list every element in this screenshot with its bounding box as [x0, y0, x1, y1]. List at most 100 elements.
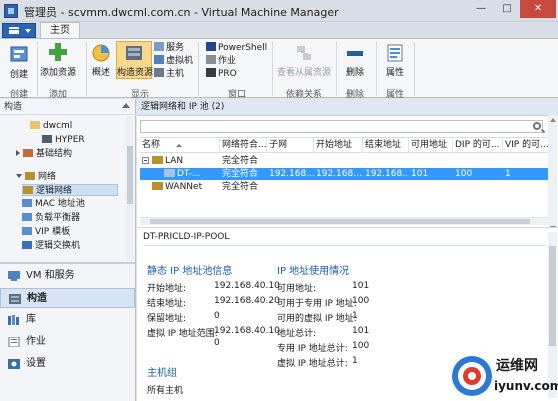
- field-value: 0: [214, 338, 220, 348]
- table-row[interactable]: WANNet 完全符合: [140, 181, 550, 193]
- field-label: 虚拟 IP 地址范围:: [147, 329, 218, 339]
- cell-compliance: 完全符合: [222, 156, 259, 166]
- field-label: 可用于专用 IP 地址:: [277, 299, 357, 309]
- column-header-start-address[interactable]: 开始地址: [314, 138, 363, 153]
- add-resources-label: 添加资源: [40, 68, 77, 78]
- column-header-name[interactable]: 名称: [140, 138, 220, 153]
- detail-divider: [143, 245, 545, 246]
- ribbon-tab-row: 主页: [0, 22, 558, 38]
- workspace-jobs[interactable]: 作业: [0, 332, 135, 352]
- tree-item-hyper[interactable]: HYPER: [42, 134, 85, 146]
- delete-label: 删除: [345, 68, 364, 78]
- table-row[interactable]: LAN 完全符合: [140, 155, 550, 167]
- server-icon: [42, 135, 52, 143]
- field-label: 可用地址:: [277, 284, 317, 294]
- load-balancer-icon: [22, 213, 32, 221]
- delete-button[interactable]: 删除: [342, 43, 368, 78]
- folder-icon: [30, 121, 40, 129]
- column-header-dip[interactable]: DIP 的可...: [453, 138, 503, 153]
- tab-home[interactable]: 主页: [40, 22, 80, 38]
- search-input[interactable]: [141, 121, 521, 132]
- collapse-icon[interactable]: [142, 157, 149, 164]
- ribbon-divider: [336, 42, 337, 96]
- column-header-compliance[interactable]: 网络符合...: [220, 138, 267, 153]
- workspace-settings[interactable]: 设置: [0, 354, 135, 374]
- menu-icon: [9, 27, 19, 34]
- ip-pool-icon: [164, 169, 175, 177]
- ribbon-divider: [86, 42, 87, 96]
- detail-title: DT-PRICLD-IP-POOL: [143, 232, 230, 242]
- minimize-button[interactable]: —: [468, 0, 494, 18]
- pro-button[interactable]: PRO: [206, 68, 237, 79]
- powershell-icon: [206, 42, 216, 51]
- tree-item-label: dwcml: [43, 121, 73, 131]
- scroll-up-icon[interactable]: [550, 118, 556, 122]
- scroll-thumb[interactable]: [150, 219, 530, 224]
- navigation-tree: dwcml HYPER 基础结构 网络 逻辑网络 MAC 地址池 负载平衡器 V…: [0, 116, 126, 260]
- scroll-thumb[interactable]: [549, 246, 556, 346]
- field-value: 101: [352, 326, 370, 336]
- cell-name: WANNet: [140, 181, 220, 193]
- search-icon[interactable]: [533, 122, 541, 130]
- close-button[interactable]: ✕: [520, 0, 556, 18]
- field-label: 地址总计:: [277, 329, 317, 339]
- cell-name: LAN: [140, 155, 220, 167]
- tree-item-infrastructure[interactable]: 基础结构: [16, 148, 72, 160]
- properties-button[interactable]: 属性: [382, 43, 408, 78]
- powershell-button[interactable]: PowerShell: [206, 42, 267, 53]
- tree-item-dwcml[interactable]: dwcml: [30, 120, 72, 132]
- field-value: 192.168.40.10: [214, 281, 280, 291]
- hosts-button[interactable]: 主机: [154, 68, 184, 79]
- results-header-label: 逻辑网络和 IP 池 (2): [141, 102, 225, 112]
- watermark-url: iyunv.com: [494, 379, 558, 393]
- ribbon: 创建 创建 添加资源 添加 概述 构造资源 服务 虚拟机 主机 显示 Power…: [0, 38, 558, 100]
- scroll-thumb[interactable]: [127, 146, 133, 204]
- tree-item-networking[interactable]: 网络: [16, 171, 56, 183]
- field-label: 开始地址:: [147, 284, 187, 294]
- workspace-library[interactable]: 库: [0, 310, 135, 330]
- column-header-available[interactable]: 可用地址: [409, 138, 453, 153]
- overview-button[interactable]: 概述: [88, 43, 114, 78]
- fabric-resources-label: 构造资源: [117, 68, 154, 78]
- tree-item-vip-templates[interactable]: VIP 模板: [22, 226, 70, 238]
- ribbon-divider: [414, 42, 415, 96]
- collapse-icon[interactable]: [122, 103, 130, 108]
- nav-tree-scrollbar[interactable]: [126, 116, 134, 260]
- dependency-icon: [297, 46, 311, 60]
- vms-button[interactable]: 虚拟机: [154, 55, 193, 66]
- tree-item-load-balancers[interactable]: 负载平衡器: [22, 212, 80, 224]
- add-resources-button[interactable]: 添加资源: [40, 41, 76, 78]
- grid-header: 名称 网络符合... 子网 开始地址 结束地址 可用地址 DIP 的可... V…: [140, 138, 550, 153]
- cell-compliance: 完全符合: [222, 169, 259, 179]
- app-menu-button[interactable]: [2, 23, 36, 38]
- tree-item-label: 负载平衡器: [35, 213, 81, 223]
- tree-item-logical-networks[interactable]: 逻辑网络: [22, 184, 118, 196]
- ribbon-divider: [198, 42, 199, 96]
- workspace-vms-services[interactable]: VM 和服务: [0, 266, 135, 286]
- services-icon: [154, 42, 164, 51]
- workspace-label: 构造: [27, 293, 47, 304]
- grid-scrollbar[interactable]: [548, 115, 557, 233]
- jobs-icon: [8, 337, 20, 347]
- search-box[interactable]: [140, 120, 543, 133]
- maximize-button[interactable]: □: [494, 0, 520, 18]
- column-header-end-address[interactable]: 结束地址: [363, 138, 409, 153]
- title-bar: 管理员 - scvmm.dwcml.com.cn - Virtual Machi…: [0, 0, 558, 22]
- create-button[interactable]: 创建: [4, 45, 34, 80]
- view-dependent-label: 查看从属资源: [276, 68, 331, 78]
- table-row-selected[interactable]: DT-... 完全符合 192.168.... 192.168.... 192.…: [140, 168, 550, 180]
- fabric-resources-button[interactable]: 构造资源: [116, 41, 154, 79]
- tree-item-logical-switches[interactable]: 逻辑交换机: [22, 240, 80, 252]
- collapse-arrow-icon: [16, 174, 22, 178]
- jobs-button[interactable]: 作业: [206, 55, 236, 66]
- view-dependent-resources-button[interactable]: 查看从属资源: [276, 43, 332, 78]
- services-button[interactable]: 服务: [154, 42, 184, 53]
- column-header-vip[interactable]: VIP 的可...: [503, 138, 550, 153]
- grid-horizontal-scrollbar[interactable]: [140, 217, 548, 225]
- host-group-section-title: 主机组: [147, 368, 177, 379]
- workspace-fabric[interactable]: 构造: [0, 288, 135, 308]
- create-label: 创建: [9, 70, 28, 80]
- properties-icon: [387, 44, 403, 62]
- column-header-subnet[interactable]: 子网: [267, 138, 314, 153]
- tree-item-mac-pools[interactable]: MAC 地址池: [22, 198, 85, 210]
